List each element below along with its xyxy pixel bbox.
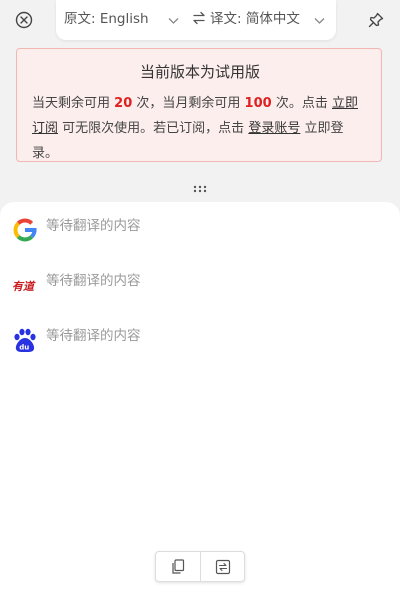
chevron-down-icon[interactable]	[314, 13, 325, 29]
trial-notice: 当前版本为试用版 当天剩余可用 20 次，当月剩余可用 100 次。点击 立即订…	[16, 48, 382, 162]
target-language-select[interactable]: 译文: 简体中文	[210, 10, 300, 28]
login-link[interactable]: 登录账号	[248, 121, 300, 136]
translation-text: 等待翻译的内容	[46, 328, 141, 344]
replace-icon[interactable]	[201, 552, 245, 581]
trial-text: 当天剩余可用	[32, 96, 111, 111]
trial-text: 可无限次使用。若已订阅，点击	[62, 121, 245, 136]
drag-handle-icon[interactable]	[193, 178, 207, 193]
copy-icon[interactable]	[156, 552, 201, 581]
source-language-select[interactable]: 原文: English	[64, 10, 149, 28]
translation-result-google: 等待翻译的内容	[0, 216, 400, 246]
translation-result-baidu: du 等待翻译的内容	[0, 326, 400, 356]
youdao-logo-icon[interactable]: 有道	[11, 271, 39, 299]
trial-text: 次，当月剩余可用	[136, 96, 241, 111]
pin-icon[interactable]	[365, 9, 387, 31]
baidu-logo-icon[interactable]: du	[11, 326, 39, 354]
google-logo-icon[interactable]	[11, 216, 39, 244]
chevron-down-icon[interactable]	[168, 13, 179, 29]
monthly-remaining-count: 100	[244, 96, 272, 111]
translation-text: 等待翻译的内容	[46, 273, 141, 289]
translation-panel: 等待翻译的内容 有道 等待翻译的内容 du 等待翻译的内容	[0, 202, 400, 600]
trial-text: 次。点击	[275, 96, 328, 111]
top-bar: 原文: English 译文: 简体中文	[0, 0, 400, 40]
translation-result-youdao: 有道 等待翻译的内容	[0, 271, 400, 301]
language-selector: 原文: English 译文: 简体中文	[56, 0, 336, 40]
swap-icon[interactable]	[192, 11, 206, 29]
close-icon[interactable]	[13, 9, 35, 31]
svg-text:有道: 有道	[12, 280, 36, 293]
bottom-toolbar	[155, 551, 245, 582]
trial-notice-title: 当前版本为试用版	[139, 63, 260, 81]
daily-remaining-count: 20	[114, 96, 133, 111]
translation-text: 等待翻译的内容	[46, 218, 141, 234]
trial-notice-message: 当天剩余可用 20 次，当月剩余可用 100 次。点击 立即订阅 可无限次使用。…	[32, 91, 368, 166]
svg-text:du: du	[19, 344, 29, 352]
